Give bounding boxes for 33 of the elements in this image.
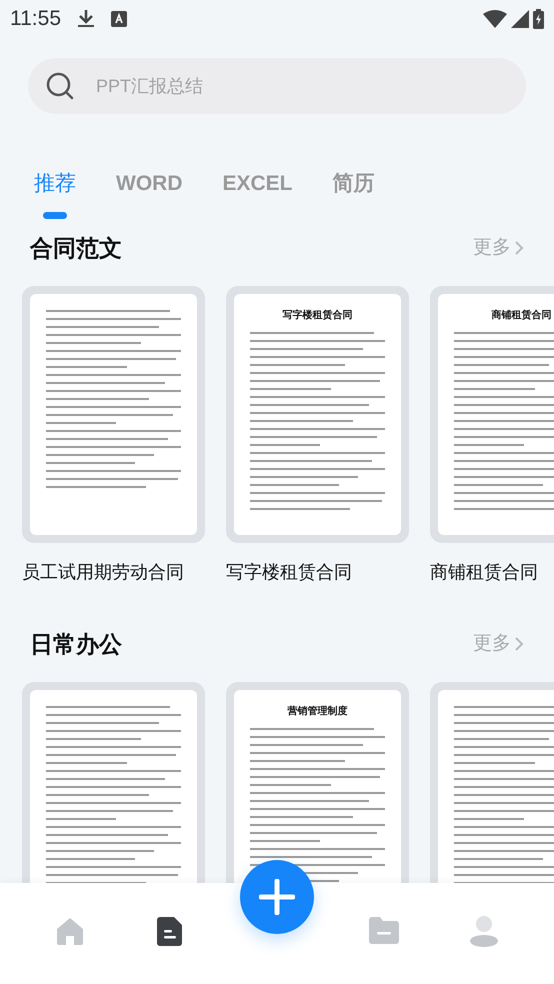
chevron-right-icon: [515, 637, 524, 651]
template-name: 员工试用期劳动合同: [22, 561, 185, 584]
document-title: 写字楼租赁合同: [282, 310, 354, 322]
chevron-right-icon: [515, 241, 524, 255]
category-tab[interactable]: EXCEL: [222, 168, 293, 218]
template-card[interactable]: 商铺租赁合同: [430, 286, 554, 543]
document-title: 营销管理制度: [286, 706, 348, 718]
search-icon: [46, 72, 74, 100]
search-placeholder: PPT汇报总结: [96, 74, 204, 98]
profile-icon[interactable]: [469, 915, 499, 947]
category-tab[interactable]: WORD: [116, 168, 182, 218]
battery-icon: [533, 9, 544, 29]
folder-icon[interactable]: [368, 915, 400, 945]
category-tab[interactable]: 推荐: [34, 168, 76, 218]
section-title: 合同范文: [30, 234, 122, 263]
template-name: 写字楼租赁合同: [226, 561, 353, 584]
plus-icon: [259, 879, 295, 915]
template-card[interactable]: 营销管理制度: [226, 682, 409, 883]
section-title: 日常办公: [30, 630, 122, 659]
keyboard-icon: [111, 11, 127, 27]
home-icon[interactable]: [54, 915, 86, 947]
more-link[interactable]: 更多: [473, 234, 524, 262]
document-title: 商铺租赁合同: [490, 310, 552, 322]
download-icon: [77, 9, 95, 29]
template-name: 商铺租赁合同: [430, 561, 539, 584]
more-link[interactable]: 更多: [473, 630, 524, 658]
category-tab[interactable]: 简历: [332, 168, 375, 218]
search-field[interactable]: PPT汇报总结: [28, 58, 526, 114]
signal-icon: [511, 10, 529, 28]
wifi-icon: [483, 10, 507, 28]
template-card[interactable]: 写字楼租赁合同: [226, 286, 409, 543]
status-time: 11:55: [10, 6, 61, 32]
document-icon[interactable]: [156, 915, 184, 947]
